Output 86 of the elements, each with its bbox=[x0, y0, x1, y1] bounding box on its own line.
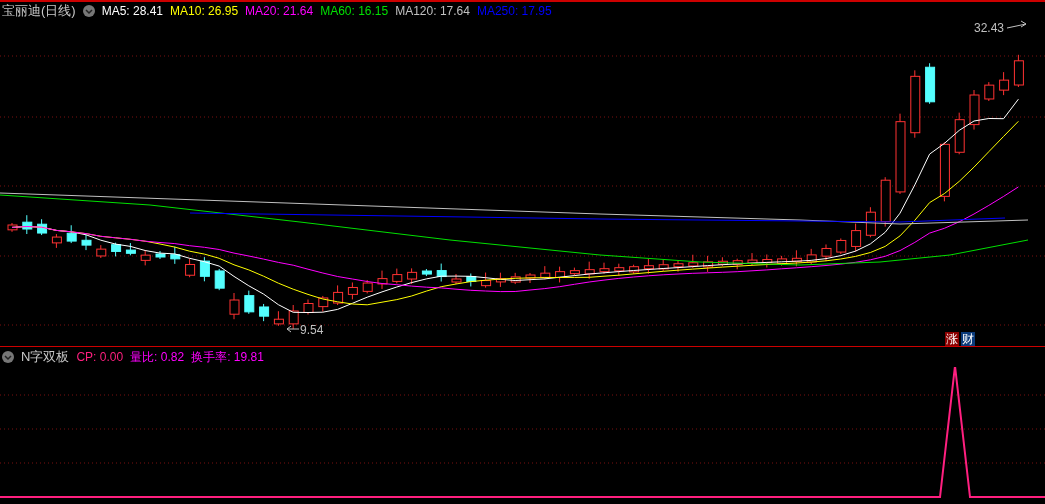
moving-average-value: MA250: 17.95 bbox=[476, 4, 552, 18]
candlestick bbox=[525, 272, 536, 284]
candlestick bbox=[125, 242, 136, 256]
candlestick bbox=[643, 258, 654, 275]
candlestick bbox=[7, 222, 18, 233]
stock-title: 宝丽迪(日线) bbox=[2, 2, 76, 20]
indicator-title: N字双板 bbox=[21, 348, 70, 366]
candlestick bbox=[318, 295, 329, 313]
candlestick bbox=[185, 258, 196, 278]
candlestick bbox=[244, 290, 255, 315]
candlestick bbox=[377, 270, 388, 290]
candlestick bbox=[984, 81, 995, 102]
candlestick bbox=[865, 206, 876, 238]
candlestick bbox=[170, 246, 181, 265]
candlestick bbox=[333, 284, 344, 306]
indicator-value: 换手率: 19.81 bbox=[191, 348, 264, 366]
info-badge[interactable]: 财 bbox=[961, 332, 975, 346]
candlestick bbox=[37, 218, 48, 236]
candlestick bbox=[569, 267, 580, 277]
moving-average-value: MA10: 26.95 bbox=[170, 4, 239, 18]
candlestick bbox=[199, 256, 210, 282]
candlestick bbox=[481, 272, 492, 289]
candlestick bbox=[939, 141, 950, 202]
arrow-icon bbox=[1006, 20, 1027, 29]
candlestick bbox=[629, 264, 640, 275]
arrow-icon bbox=[286, 325, 300, 333]
candlestick bbox=[229, 292, 240, 320]
candlestick bbox=[584, 261, 595, 280]
candlestick bbox=[81, 233, 92, 251]
moving-average-value: MA5: 28.41 bbox=[101, 4, 164, 18]
candlestick bbox=[22, 214, 33, 235]
candlestick bbox=[421, 268, 432, 277]
candlestick bbox=[407, 267, 418, 285]
candlestick bbox=[954, 112, 965, 155]
candlestick bbox=[717, 256, 728, 267]
candlestick bbox=[673, 260, 684, 273]
candlestick bbox=[806, 248, 817, 265]
moving-average-value: MA120: 17.64 bbox=[395, 4, 470, 18]
high-price-label: 32.43 bbox=[974, 21, 1005, 35]
indicator-value: 量比: 0.82 bbox=[130, 348, 185, 366]
candlestick bbox=[66, 224, 77, 244]
low-price-label: 9.54 bbox=[300, 323, 324, 337]
candlestick bbox=[510, 272, 521, 285]
moving-average-value: MA60: 16.15 bbox=[320, 4, 389, 18]
candlestick bbox=[214, 268, 225, 291]
candlestick bbox=[555, 266, 566, 283]
candlestick bbox=[747, 252, 758, 266]
dropdown-icon[interactable] bbox=[82, 5, 95, 17]
candlestick bbox=[762, 254, 773, 268]
candlestick bbox=[599, 262, 610, 275]
candlestick bbox=[495, 272, 506, 288]
candlestick bbox=[273, 310, 284, 327]
indicator-value: CP: 0.00 bbox=[76, 350, 124, 364]
candlestick bbox=[969, 89, 980, 131]
candlestick bbox=[540, 265, 551, 280]
candlestick bbox=[392, 268, 403, 284]
candlestick bbox=[259, 303, 270, 322]
info-badge[interactable]: 涨 bbox=[945, 332, 959, 346]
candlestick bbox=[925, 62, 936, 105]
candlestick bbox=[51, 233, 62, 249]
candlestick bbox=[732, 258, 743, 270]
candlestick bbox=[347, 282, 358, 300]
candlestick bbox=[703, 255, 714, 273]
candlestick bbox=[836, 237, 847, 255]
candlestick bbox=[777, 255, 788, 267]
candlestick bbox=[821, 243, 832, 262]
candlestick bbox=[288, 304, 299, 330]
candlestick bbox=[155, 250, 166, 260]
candlestick bbox=[362, 279, 373, 294]
candlestick bbox=[851, 223, 862, 252]
candlestick bbox=[688, 254, 699, 269]
candlestick bbox=[910, 69, 921, 139]
candlestick bbox=[466, 273, 477, 287]
candlestick bbox=[880, 176, 891, 228]
candlestick bbox=[1013, 54, 1024, 88]
candlestick bbox=[96, 244, 107, 259]
candlestick bbox=[658, 259, 669, 272]
candlestick bbox=[140, 249, 151, 266]
candlestick bbox=[303, 299, 314, 315]
candlestick bbox=[436, 263, 447, 283]
candlestick bbox=[451, 273, 462, 285]
moving-average-value: MA20: 21.64 bbox=[245, 4, 314, 18]
candlestick bbox=[111, 242, 122, 257]
candlestick bbox=[614, 263, 625, 277]
candlestick bbox=[999, 71, 1010, 96]
dropdown-icon[interactable] bbox=[2, 351, 14, 363]
